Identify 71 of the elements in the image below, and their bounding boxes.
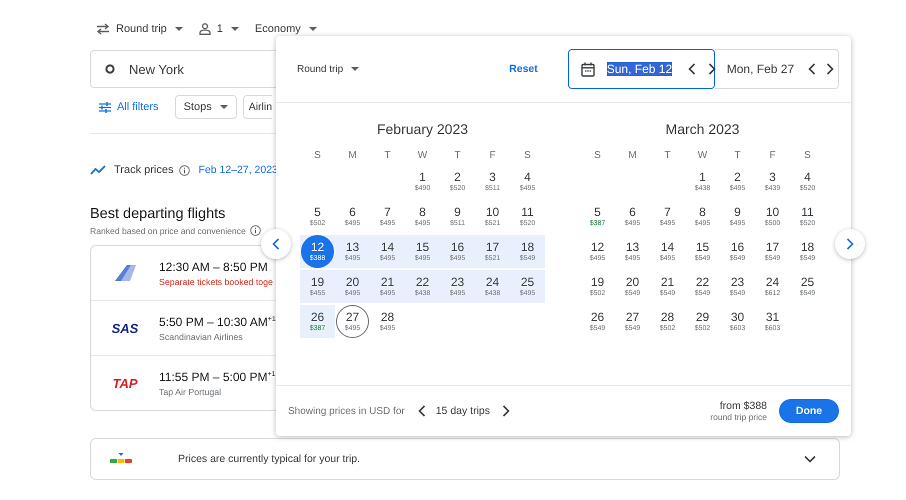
info-icon — [250, 225, 261, 236]
previous-month-button[interactable] — [261, 229, 291, 259]
chevron-left-icon — [272, 238, 280, 250]
month-title: March 2023 — [664, 120, 740, 139]
tail-fin-icon — [113, 264, 137, 282]
price-range-icon — [110, 453, 132, 465]
flight-times: 12:30 AM – 8:50 PM — [159, 260, 269, 274]
weekday-label: S — [523, 149, 532, 163]
price-currency-note: Showing prices in USD for — [288, 406, 405, 416]
flight-times: 5:50 PM – 10:30 AM$^{+1}$ — [159, 314, 276, 328]
section-subtitle: Ranked based on price and convenience — [90, 226, 246, 236]
calendar-icon — [580, 62, 595, 76]
price-insight-text: Prices are currently typical for your trip. — [178, 453, 362, 465]
weekday-label: T — [733, 149, 742, 163]
dropdown-button[interactable]: 1 — [198, 18, 239, 40]
caret-icon — [308, 27, 317, 31]
sliders-icon — [99, 102, 111, 112]
caret-icon — [174, 27, 183, 31]
next-date-icon[interactable] — [708, 63, 716, 75]
section-heading: Best departing flights — [90, 206, 226, 222]
previous-date-icon[interactable] — [688, 63, 696, 75]
caret-icon — [351, 67, 360, 71]
track-prices-label: Track prices — [114, 164, 174, 176]
departure-date-field[interactable]: Sun, Feb 12 — [568, 49, 715, 89]
weekday-label: W — [696, 149, 708, 163]
flight-times: 11:55 PM – 5:00 PM$^{+1}$ — [159, 370, 276, 384]
return-date-field[interactable]: Mon, Feb 27 — [714, 49, 839, 89]
weekday-label: T — [453, 149, 462, 163]
reset-button[interactable]: Reset — [509, 63, 538, 75]
weekday-label: M — [627, 149, 638, 163]
circle-icon — [105, 64, 115, 74]
trend-line-icon — [90, 165, 106, 175]
flight-note: Separate tickets booked toge — [159, 276, 273, 286]
weekday-label: F — [768, 149, 777, 163]
dropdown-button[interactable]: Round trip — [96, 18, 183, 40]
weekday-label: T — [383, 149, 392, 163]
flight-row[interactable]: 12:30 AM – 8:50 PM Separate tickets booked toge — [91, 246, 276, 300]
filter-chip[interactable]: Airlin — [242, 95, 272, 119]
weekday-label: S — [803, 149, 812, 163]
caret-icon — [220, 105, 228, 109]
price-note: round trip price — [710, 412, 767, 422]
airline-logo: TAP — [112, 376, 138, 390]
filter-chip[interactable]: Stops — [174, 95, 237, 119]
weekday-label: S — [593, 149, 602, 163]
previous-duration-icon[interactable] — [418, 405, 426, 417]
chevron-down-icon[interactable] — [804, 455, 816, 463]
next-date-icon[interactable] — [826, 63, 834, 75]
swap-arrows-icon — [96, 23, 110, 35]
dropdown-button[interactable]: Economy — [254, 18, 317, 40]
weekday-label: F — [488, 149, 497, 163]
flight-note: Scandinavian Airlines — [159, 332, 244, 342]
weekday-label: M — [347, 149, 358, 163]
previous-date-icon[interactable] — [808, 63, 816, 75]
weekday-label: W — [416, 149, 428, 163]
airline-logo: SAS — [112, 320, 138, 336]
trip-duration-label: 15 day trips — [436, 405, 490, 417]
chevron-right-icon — [846, 238, 854, 250]
trip-type-dropdown[interactable]: Round trip — [297, 64, 360, 74]
month-title: February 2023 — [376, 120, 470, 139]
person-icon — [198, 23, 211, 35]
origin-field[interactable]: New York — [90, 50, 276, 88]
flight-note: Tap Air Portugal — [159, 386, 222, 396]
done-button[interactable]: Done — [779, 399, 839, 423]
lowest-price: from $388 — [720, 400, 767, 412]
next-month-button[interactable] — [835, 229, 865, 259]
next-duration-icon[interactable] — [502, 405, 510, 417]
info-icon — [178, 164, 190, 176]
weekday-label: S — [313, 149, 322, 163]
caret-icon — [230, 27, 239, 31]
weekday-label: T — [663, 149, 672, 163]
all-filters-button[interactable]: All filters — [99, 101, 159, 113]
